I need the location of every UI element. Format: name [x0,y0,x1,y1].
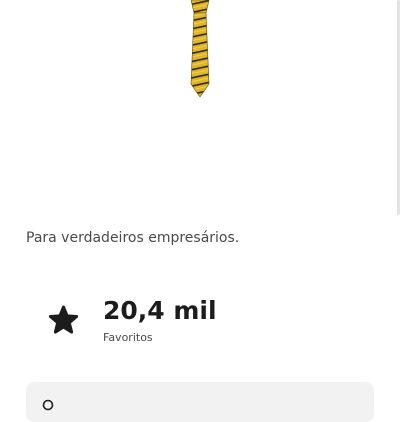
favorites-count: 20,4 mil [103,296,217,325]
card-icon [42,396,54,411]
star-icon [46,304,81,337]
product-image-tie [184,0,216,100]
item-description: Para verdadeiros empresários. [26,230,240,246]
details-card[interactable] [26,382,374,422]
favorites-label: Favoritos [103,331,153,344]
